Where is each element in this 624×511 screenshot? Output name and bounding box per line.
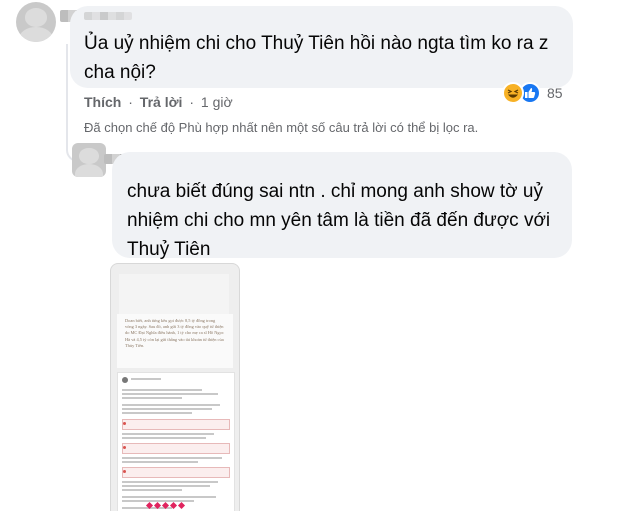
comment-2-attachment-image[interactable]: Doan biết, anh từng kêu gọi được 8,5 tỷ … <box>110 263 240 511</box>
commenter-1-name-in-bubble-redacted <box>84 12 132 20</box>
comment-timestamp[interactable]: 1 giờ <box>201 94 233 110</box>
filter-notice: Đã chọn chế độ Phù hợp nhất nên một số c… <box>84 120 479 135</box>
attachment-highlight-box <box>122 467 230 478</box>
haha-icon <box>502 82 524 104</box>
heart-icon <box>169 501 178 510</box>
commenter-1-avatar[interactable] <box>16 2 56 42</box>
attachment-post-line <box>122 437 206 439</box>
heart-icon <box>145 501 154 510</box>
comment-2-text: chưa biết đúng sai ntn . chỉ mong anh sh… <box>127 177 550 264</box>
attachment-post-line <box>122 496 216 498</box>
comment-1-text: Ủa uỷ nhiệm chi cho Thuỷ Tiên hồi nào ng… <box>84 29 548 87</box>
attachment-header-area <box>119 274 229 314</box>
attachment-bullet <box>123 446 126 449</box>
separator-dot: · <box>189 94 194 110</box>
attachment-caption: Doan biết, anh từng kêu gọi được 8,5 tỷ … <box>125 318 224 348</box>
separator-dot: · <box>128 94 133 110</box>
attachment-post-line <box>122 404 220 406</box>
heart-icon <box>153 501 162 510</box>
attachment-highlight-box <box>122 443 230 454</box>
like-link[interactable]: Thích <box>84 94 121 110</box>
attachment-post-line <box>122 433 214 435</box>
attachment-post-line <box>122 489 182 491</box>
comment-2-line: nhiệm chi cho mn yên tâm là tiền đã đến … <box>127 210 551 231</box>
attachment-post-line <box>122 461 198 463</box>
comment-1-line: cha nội? <box>84 62 156 83</box>
comment-1-line: Ủa uỷ nhiệm chi cho Thuỷ Tiên hồi nào ng… <box>84 33 549 54</box>
attachment-post-line <box>122 412 192 414</box>
comment-1-reactions[interactable]: 85 <box>502 79 563 107</box>
attachment-post-line <box>122 481 218 483</box>
attachment-post-name-line <box>131 378 161 380</box>
commenter-2-avatar[interactable] <box>72 143 106 177</box>
attachment-bullet <box>123 422 126 425</box>
attachment-post-line <box>122 408 212 410</box>
heart-icon <box>177 501 186 510</box>
reaction-count: 85 <box>547 85 563 101</box>
comment-1-actions: Thích · Trả lời · 1 giờ <box>84 94 233 110</box>
thread-line <box>66 44 68 144</box>
comment-2-line: Thuỷ Tiên <box>127 239 211 260</box>
attachment-post-avatar <box>122 377 128 383</box>
attachment-post-line <box>122 485 210 487</box>
attachment-bullet <box>123 470 126 473</box>
comment-2-line: chưa biết đúng sai ntn . chỉ mong anh sh… <box>127 181 543 202</box>
attachment-post-card <box>117 372 235 511</box>
heart-icon <box>161 501 170 510</box>
attachment-post-line <box>122 389 202 391</box>
reply-link[interactable]: Trả lời <box>140 94 183 110</box>
attachment-post-line <box>122 397 182 399</box>
attachment-hearts <box>145 501 186 510</box>
attachment-post-line <box>122 393 218 395</box>
attachment-post-line <box>122 457 222 459</box>
attachment-highlight-box <box>122 419 230 430</box>
